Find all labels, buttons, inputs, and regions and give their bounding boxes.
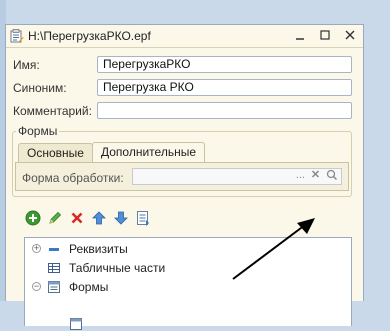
magnifier-icon	[326, 169, 337, 181]
comment-field[interactable]	[97, 102, 352, 119]
maximize-button[interactable]	[318, 28, 332, 43]
tree-item-label: Реквизиты	[69, 242, 128, 256]
forms-group-title: Формы	[16, 124, 60, 138]
open-form-button[interactable]	[324, 168, 339, 185]
name-field[interactable]: ПерегрузкаРКО	[97, 56, 352, 73]
close-icon	[345, 30, 355, 40]
select-form-button[interactable]: ...	[293, 168, 308, 185]
delete-icon[interactable]	[69, 210, 85, 226]
tree-item-label: Формы	[69, 280, 109, 294]
clear-form-button[interactable]: ✕	[308, 168, 323, 185]
edit-icon[interactable]	[47, 210, 63, 226]
tree-item-label: Табличные части	[69, 261, 166, 275]
processing-file-icon	[10, 29, 24, 43]
tab-additional[interactable]: Дополнительные	[92, 142, 205, 162]
synonym-field[interactable]: Перегрузка РКО	[97, 79, 352, 96]
window-title: H:\ПерегрузкаРКО.epf	[28, 29, 151, 43]
forms-icon	[48, 281, 60, 293]
tree-expander[interactable]: +	[32, 244, 41, 253]
sort-icon[interactable]	[135, 210, 151, 226]
synonym-label: Синоним:	[13, 81, 67, 95]
maximize-icon	[320, 30, 330, 40]
tab-main[interactable]: Основные	[18, 143, 93, 162]
attributes-icon	[49, 248, 59, 251]
processing-window: H:\ПерегрузкаРКО.epf Имя: ПерегрузкаРКО …	[5, 24, 364, 330]
processing-form-label: Форма обработки:	[22, 171, 124, 185]
move-down-icon[interactable]	[113, 210, 129, 226]
add-icon[interactable]	[25, 210, 41, 226]
minimize-icon	[296, 38, 304, 40]
form-child-icon	[70, 318, 82, 330]
tree-expander[interactable]: −	[32, 282, 41, 291]
title-bar[interactable]: H:\ПерегрузкаРКО.epf	[6, 25, 363, 48]
move-up-icon[interactable]	[91, 210, 107, 226]
annotation-arrow-icon	[232, 218, 315, 280]
table-icon	[48, 263, 60, 273]
minimize-button[interactable]	[293, 28, 307, 43]
close-button[interactable]	[343, 28, 357, 43]
comment-label: Комментарий:	[13, 104, 92, 118]
name-label: Имя:	[13, 58, 40, 72]
